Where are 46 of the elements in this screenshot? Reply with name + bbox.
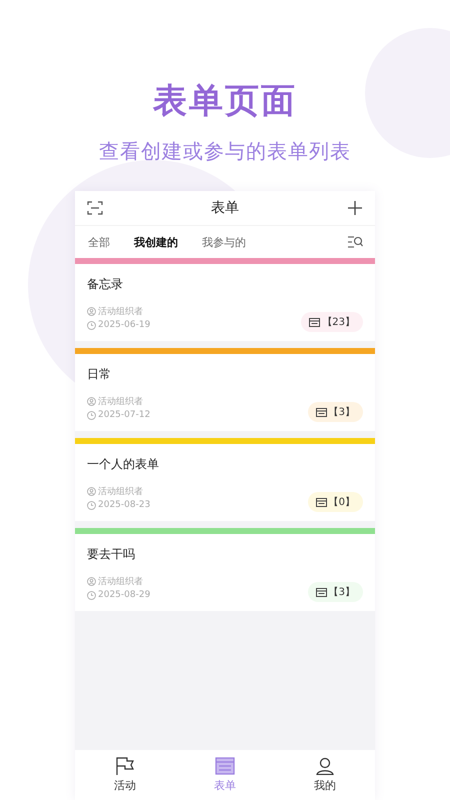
date-text: 2025-06-19	[98, 320, 150, 330]
form-icon	[309, 318, 320, 326]
form-icon	[316, 588, 327, 596]
form-card[interactable]: 一个人的表单 活动组织者 2025-08-23 【0】	[75, 444, 375, 521]
count-text: 【23】	[322, 316, 355, 329]
form-title: 日常	[87, 366, 112, 383]
count-text: 【0】	[328, 496, 355, 509]
organizer-text: 活动组织者	[98, 486, 143, 498]
add-icon[interactable]	[347, 200, 363, 216]
count-text: 【3】	[328, 406, 355, 419]
promo-subtitle: 查看创建或参与的表单列表	[99, 138, 351, 165]
person-icon	[87, 306, 96, 316]
search-list-icon[interactable]	[347, 235, 363, 249]
form-card[interactable]: 备忘录 活动组织者 2025-06-19 【23】	[75, 264, 375, 341]
nav-tab[interactable]: 活动	[104, 757, 146, 793]
flag-icon	[115, 757, 135, 775]
form-card[interactable]: 日常 活动组织者 2025-07-12 【3】	[75, 354, 375, 431]
date-text: 2025-08-23	[98, 500, 150, 510]
clock-icon	[87, 590, 96, 600]
form-icon	[316, 498, 327, 506]
promo-title: 表单页面	[153, 80, 297, 123]
form-icon	[316, 408, 327, 416]
form-title: 要去干吗	[87, 546, 136, 563]
organizer-text: 活动组织者	[98, 396, 143, 408]
clock-icon	[87, 320, 96, 330]
count-text: 【3】	[328, 586, 355, 599]
date-text: 2025-08-29	[98, 590, 150, 600]
organizer-text: 活动组织者	[98, 576, 143, 588]
filter-tab[interactable]: 我参与的	[195, 234, 253, 250]
filter-tab[interactable]: 全部	[81, 234, 117, 250]
filter-tab[interactable]: 我创建的	[127, 234, 185, 250]
screen-title: 表单	[211, 199, 239, 217]
person-icon	[87, 486, 96, 496]
person-icon	[87, 576, 96, 586]
organizer-text: 活动组织者	[98, 306, 143, 318]
nav-tab[interactable]: 我的	[304, 757, 346, 793]
form-title: 一个人的表单	[87, 456, 160, 473]
date-text: 2025-07-12	[98, 410, 150, 420]
form-title: 备忘录	[87, 276, 124, 293]
clock-icon	[87, 410, 96, 420]
person-icon	[87, 396, 96, 406]
scan-icon[interactable]	[87, 201, 103, 215]
person-icon	[315, 757, 335, 775]
form-card[interactable]: 要去干吗 活动组织者 2025-08-29 【3】	[75, 534, 375, 611]
form-icon	[215, 757, 235, 775]
clock-icon	[87, 500, 96, 510]
